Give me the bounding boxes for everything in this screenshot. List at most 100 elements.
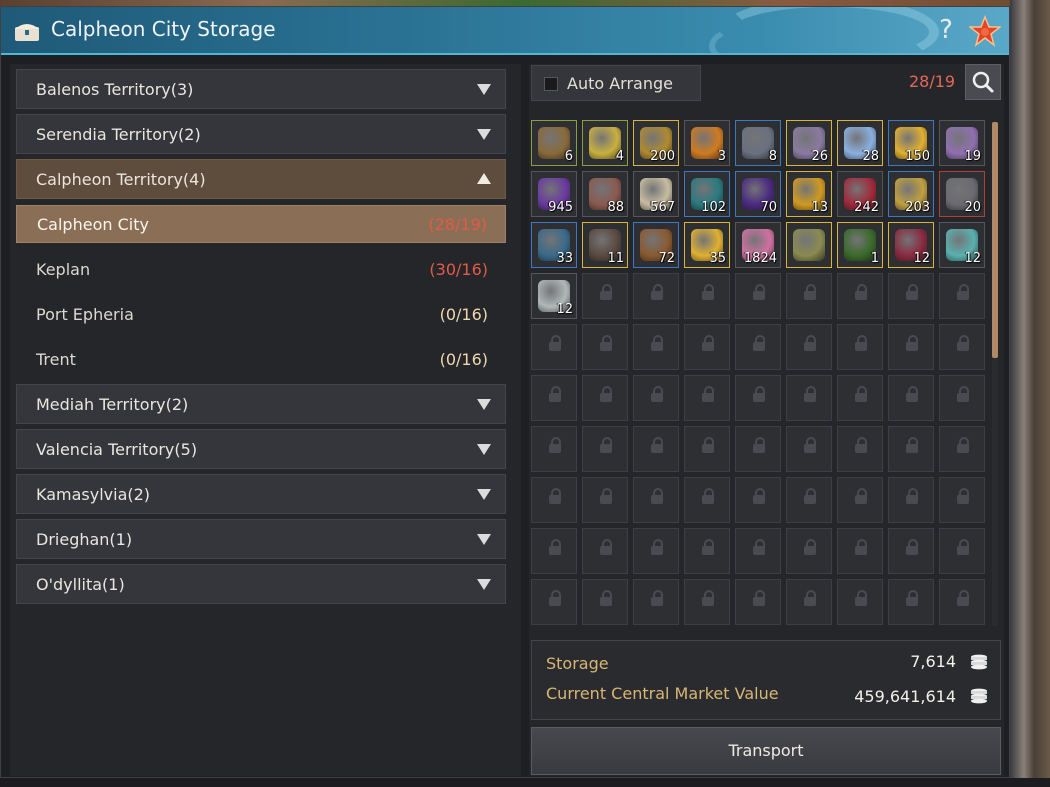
item-slot[interactable] bbox=[786, 222, 832, 268]
item-slot[interactable]: 242 bbox=[837, 171, 883, 217]
item-slot[interactable]: 70 bbox=[735, 171, 781, 217]
item-slot[interactable]: 1824 bbox=[735, 222, 781, 268]
locked-slot bbox=[735, 324, 781, 370]
item-quantity: 8 bbox=[768, 149, 777, 164]
item-slot[interactable]: 3 bbox=[684, 120, 730, 166]
item-slot[interactable]: 8 bbox=[735, 120, 781, 166]
lock-icon bbox=[957, 335, 969, 351]
locked-slot bbox=[531, 375, 577, 421]
locked-slot bbox=[735, 477, 781, 523]
scroll-thumb[interactable] bbox=[992, 122, 998, 358]
item-quantity: 200 bbox=[650, 149, 675, 164]
territory-list: Balenos Territory(3) Serendia Territory(2… bbox=[10, 64, 521, 776]
item-quantity: 150 bbox=[905, 149, 930, 164]
lock-icon bbox=[957, 386, 969, 402]
lock-icon bbox=[804, 386, 816, 402]
expand-arrow-icon[interactable] bbox=[477, 444, 491, 455]
search-button[interactable] bbox=[965, 64, 1001, 100]
locked-slot bbox=[786, 579, 832, 625]
item-slot[interactable]: 102 bbox=[684, 171, 730, 217]
item-slot[interactable]: 28 bbox=[837, 120, 883, 166]
territory-header[interactable]: Calpheon Territory(4) bbox=[16, 159, 506, 199]
lock-icon bbox=[549, 488, 561, 504]
lock-icon bbox=[651, 335, 663, 351]
item-slot[interactable]: 19 bbox=[939, 120, 985, 166]
locked-slot bbox=[684, 579, 730, 625]
lock-icon bbox=[804, 284, 816, 300]
town-item[interactable]: Trent (0/16) bbox=[16, 340, 506, 378]
locked-slot bbox=[888, 579, 934, 625]
locked-slot bbox=[786, 528, 832, 574]
item-slot[interactable]: 20 bbox=[939, 171, 985, 217]
title-bar[interactable]: Calpheon City Storage ? bbox=[1, 7, 1009, 55]
transport-button[interactable]: Transport bbox=[531, 727, 1001, 775]
item-slot[interactable]: 200 bbox=[633, 120, 679, 166]
territory-header[interactable]: Drieghan(1) bbox=[16, 519, 506, 559]
locked-slot bbox=[735, 375, 781, 421]
item-slot[interactable]: 945 bbox=[531, 171, 577, 217]
item-slot[interactable]: 567 bbox=[633, 171, 679, 217]
lock-icon bbox=[600, 488, 612, 504]
item-quantity: 12 bbox=[556, 302, 573, 317]
collapse-arrow-icon[interactable] bbox=[477, 173, 491, 184]
close-star-icon[interactable] bbox=[969, 15, 1001, 47]
territory-header[interactable]: Valencia Territory(5) bbox=[16, 429, 506, 469]
item-slot[interactable]: 26 bbox=[786, 120, 832, 166]
expand-arrow-icon[interactable] bbox=[477, 489, 491, 500]
silver-coin-icon bbox=[971, 688, 987, 704]
item-quantity: 203 bbox=[905, 200, 930, 215]
item-slot[interactable]: 12 bbox=[888, 222, 934, 268]
locked-slot bbox=[735, 426, 781, 472]
item-quantity: 72 bbox=[658, 251, 675, 266]
item-slot[interactable]: 72 bbox=[633, 222, 679, 268]
auto-arrange-toggle[interactable]: Auto Arrange bbox=[531, 65, 701, 101]
item-slot[interactable]: 11 bbox=[582, 222, 628, 268]
town-item[interactable]: Port Epheria (0/16) bbox=[16, 295, 506, 333]
item-slot[interactable]: 35 bbox=[684, 222, 730, 268]
locked-slot bbox=[837, 426, 883, 472]
expand-arrow-icon[interactable] bbox=[477, 534, 491, 545]
item-slot[interactable]: 12 bbox=[531, 273, 577, 319]
town-name: Trent bbox=[36, 349, 76, 369]
locked-slot bbox=[582, 477, 628, 523]
item-slot[interactable]: 203 bbox=[888, 171, 934, 217]
town-item[interactable]: Keplan (30/16) bbox=[16, 250, 506, 288]
auto-arrange-checkbox[interactable] bbox=[544, 77, 558, 91]
item-slot[interactable]: 4 bbox=[582, 120, 628, 166]
territory-header[interactable]: Balenos Territory(3) bbox=[16, 69, 506, 109]
locked-slot bbox=[735, 528, 781, 574]
value-summary: Storage 7,614 Current Central Market Val… bbox=[531, 640, 1001, 720]
locked-slot bbox=[684, 528, 730, 574]
territory-label: Calpheon Territory(4) bbox=[36, 169, 206, 189]
town-item[interactable]: Calpheon City (28/19) bbox=[16, 205, 506, 243]
lock-icon bbox=[906, 437, 918, 453]
lock-icon bbox=[600, 284, 612, 300]
item-slot[interactable]: 12 bbox=[939, 222, 985, 268]
territory-header[interactable]: Kamasylvia(2) bbox=[16, 474, 506, 514]
lock-icon bbox=[702, 284, 714, 300]
lock-icon bbox=[549, 590, 561, 606]
item-slot[interactable]: 150 bbox=[888, 120, 934, 166]
item-slot[interactable]: 88 bbox=[582, 171, 628, 217]
territory-header[interactable]: O'dyllita(1) bbox=[16, 564, 506, 604]
help-button[interactable]: ? bbox=[934, 15, 958, 45]
item-slot[interactable]: 1 bbox=[837, 222, 883, 268]
lock-icon bbox=[957, 590, 969, 606]
territory-label: Serendia Territory(2) bbox=[36, 124, 201, 144]
item-slot[interactable]: 6 bbox=[531, 120, 577, 166]
item-slot[interactable]: 13 bbox=[786, 171, 832, 217]
lock-icon bbox=[753, 539, 765, 555]
expand-arrow-icon[interactable] bbox=[477, 579, 491, 590]
expand-arrow-icon[interactable] bbox=[477, 129, 491, 140]
lock-icon bbox=[906, 284, 918, 300]
town-storage-count: (28/19) bbox=[428, 214, 487, 234]
item-slot[interactable]: 33 bbox=[531, 222, 577, 268]
expand-arrow-icon[interactable] bbox=[477, 84, 491, 95]
territory-label: Valencia Territory(5) bbox=[36, 439, 198, 459]
slot-count: 28/19 bbox=[909, 72, 956, 91]
territory-header[interactable]: Mediah Territory(2) bbox=[16, 384, 506, 424]
expand-arrow-icon[interactable] bbox=[477, 399, 491, 410]
lock-icon bbox=[651, 284, 663, 300]
grid-scrollbar[interactable] bbox=[992, 122, 998, 626]
territory-header[interactable]: Serendia Territory(2) bbox=[16, 114, 506, 154]
